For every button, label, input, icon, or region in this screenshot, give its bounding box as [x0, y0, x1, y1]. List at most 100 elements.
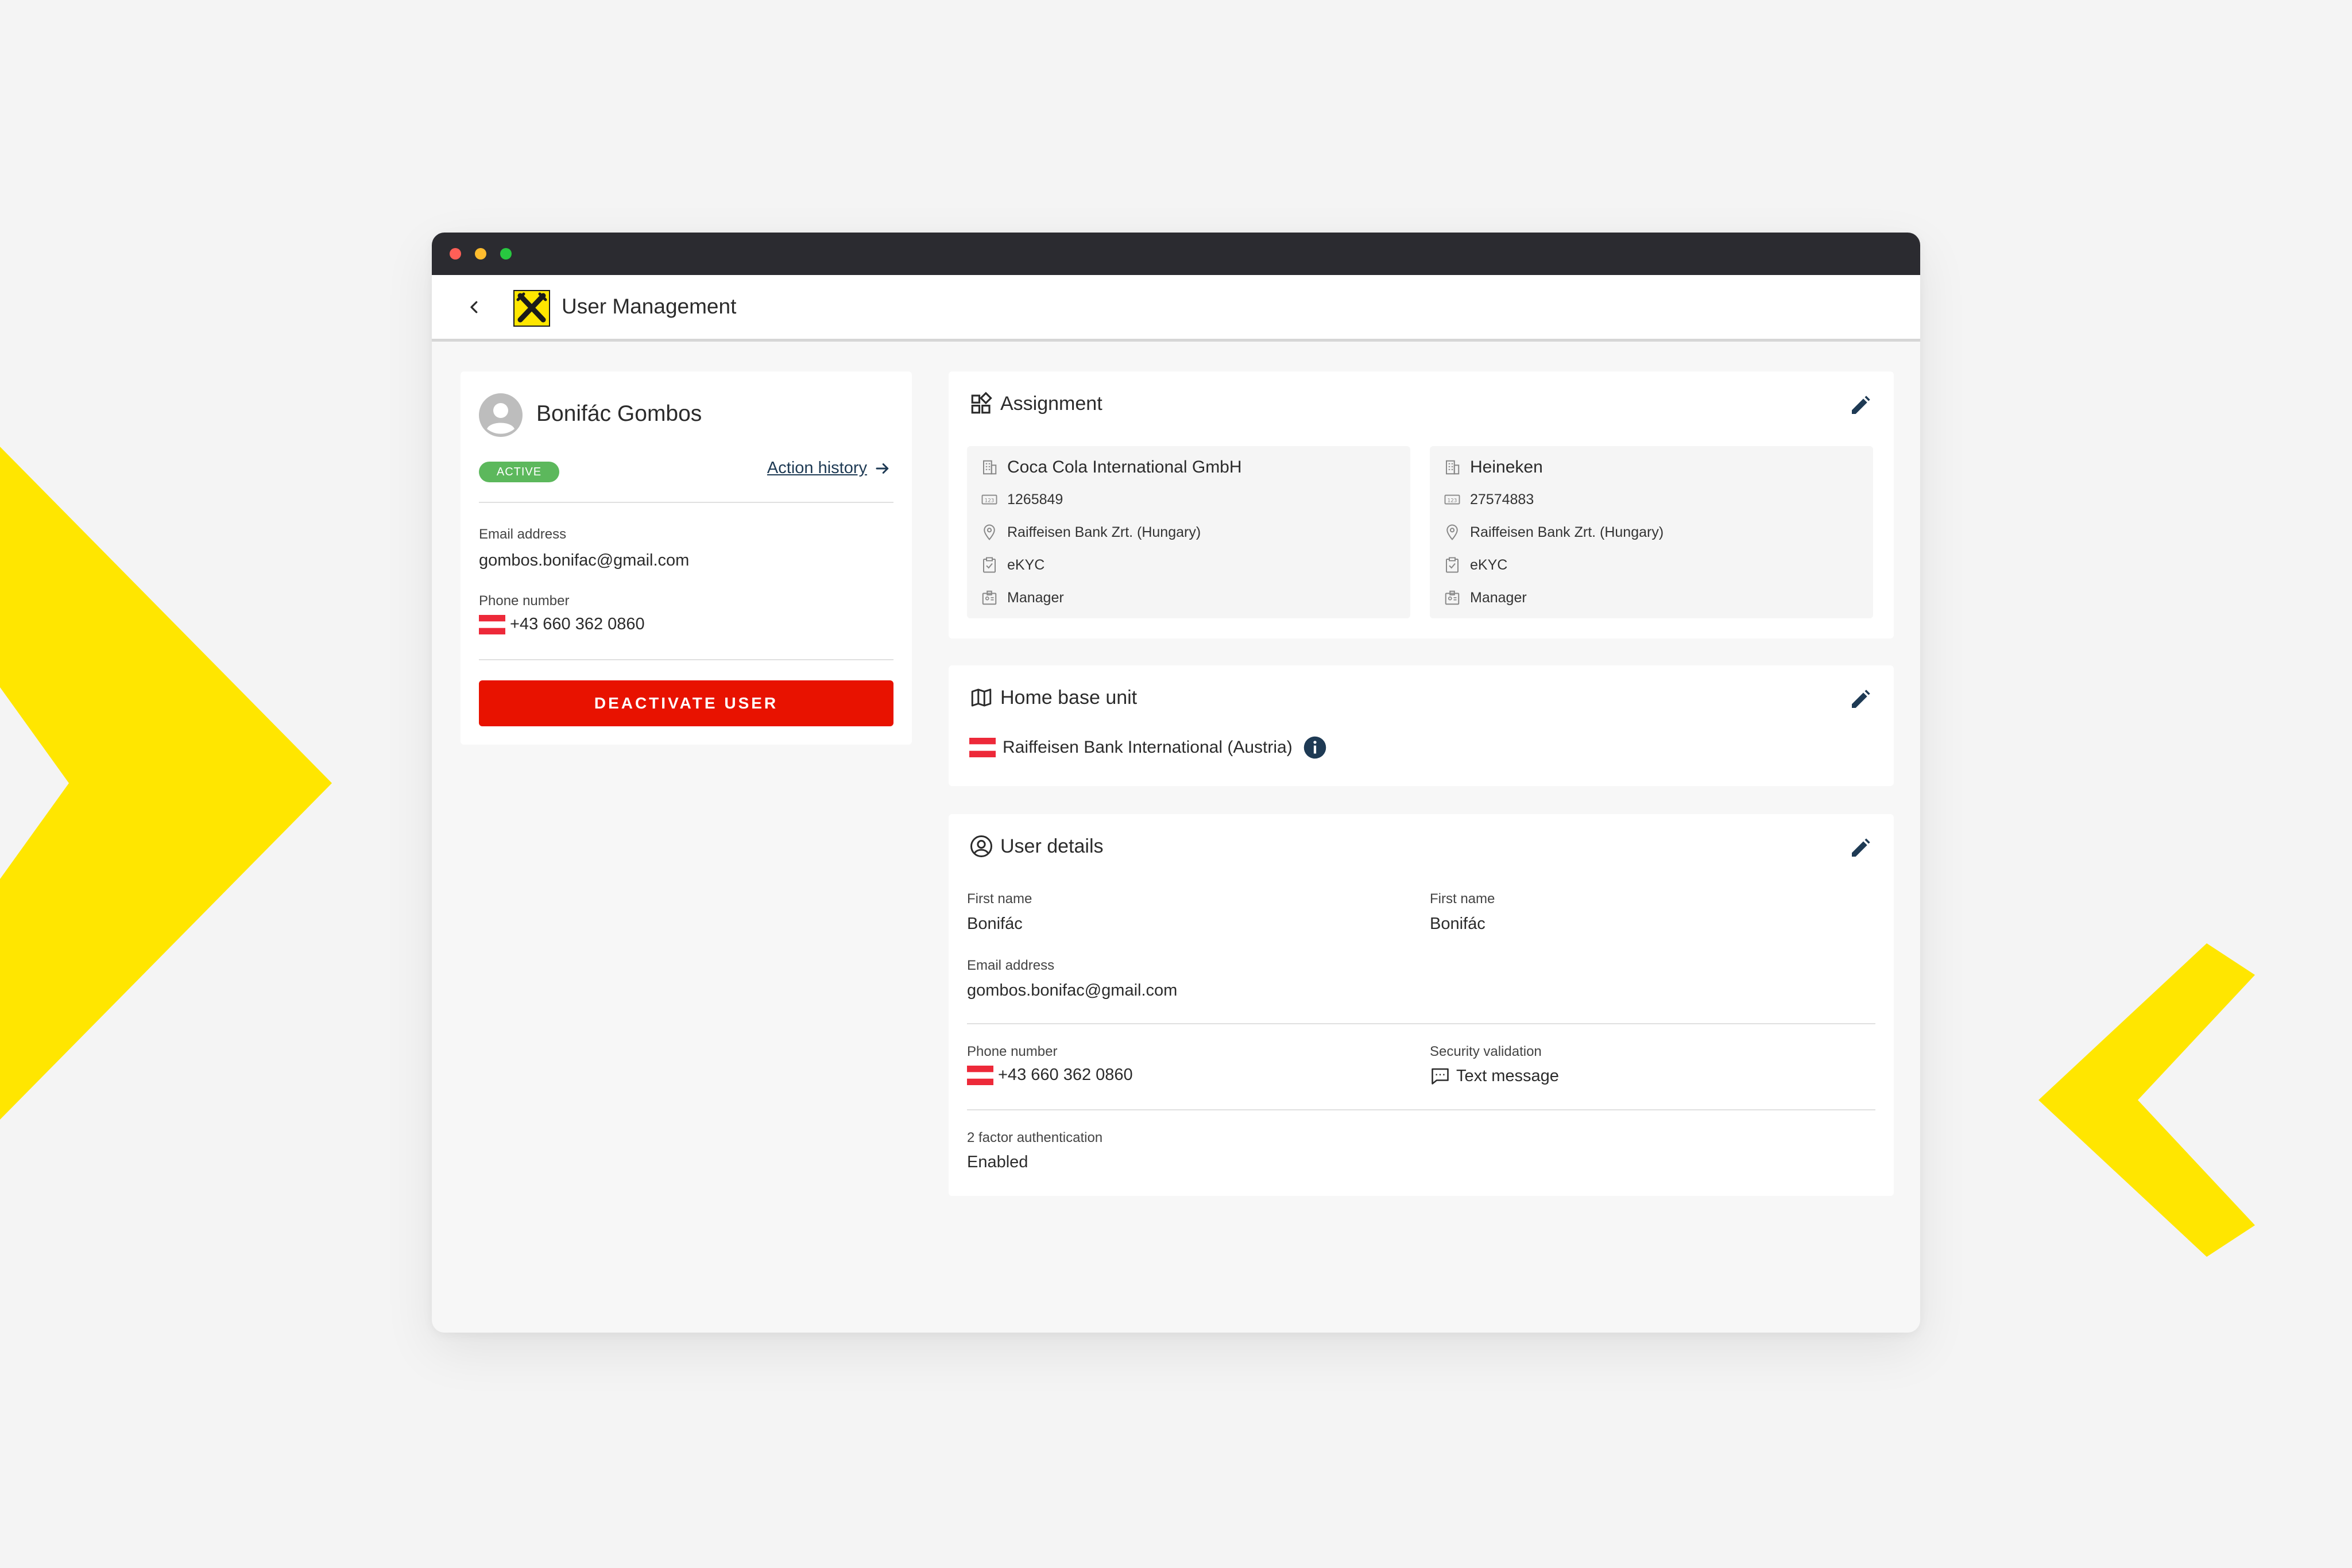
org-role-row: Manager	[981, 589, 1064, 606]
close-window-dot[interactable]	[450, 248, 461, 260]
edit-user-details-button[interactable]	[1847, 834, 1874, 862]
org-name-row: Coca Cola International GmbH	[981, 458, 1242, 477]
map-icon	[971, 688, 992, 707]
assignment-card: Assignment Coca Cola International GmbH …	[949, 371, 1894, 638]
id-badge-icon	[1445, 590, 1460, 605]
security-validation-label: Security validation	[1430, 1044, 1542, 1059]
svg-text:123: 123	[985, 498, 995, 504]
status-badge: ACTIVE	[479, 462, 559, 482]
email-label: Email address	[479, 526, 567, 542]
edit-assignment-button[interactable]	[1847, 392, 1874, 419]
avatar-icon	[479, 393, 523, 437]
id-badge-icon	[982, 590, 997, 605]
action-history-label: Action history	[767, 459, 867, 477]
details-email-value: gombos.bonifac@gmail.com	[967, 981, 1178, 1000]
austria-flag-icon	[969, 738, 996, 757]
divider	[967, 1023, 1875, 1024]
details-phone-value: +43 660 362 0860	[998, 1066, 1133, 1084]
org-kyc-row: eKYC	[1444, 556, 1507, 574]
details-phone-row: +43 660 362 0860	[967, 1066, 1133, 1086]
org-role: Manager	[1470, 589, 1527, 606]
org-id-row: 123 1265849	[981, 491, 1063, 508]
divider	[479, 502, 893, 503]
minimize-window-dot[interactable]	[475, 248, 486, 260]
phone-label: Phone number	[479, 593, 570, 609]
message-icon	[1432, 1068, 1449, 1085]
left-chevron-shape	[0, 447, 332, 1120]
account-circle-icon	[970, 835, 992, 857]
org-kyc: eKYC	[1007, 556, 1045, 573]
org-kyc: eKYC	[1470, 556, 1508, 573]
two-factor-value: Enabled	[967, 1153, 1028, 1171]
security-validation-row: Text message	[1430, 1066, 1559, 1086]
arrow-right-icon	[876, 463, 889, 474]
org-bank-row: Raiffeisen Bank Zrt. (Hungary)	[1444, 524, 1664, 541]
two-factor-label: 2 factor authentication	[967, 1130, 1103, 1145]
svg-text:123: 123	[1448, 498, 1457, 504]
email-value: gombos.bonifac@gmail.com	[479, 551, 690, 570]
first-name-value: Bonifác	[967, 915, 1023, 933]
building-icon	[983, 460, 997, 475]
home-base-card: Home base unit Raiffeisen Bank Internati…	[949, 665, 1894, 786]
org-role-row: Manager	[1444, 589, 1527, 606]
org-kyc-row: eKYC	[981, 556, 1045, 574]
org-bank-row: Raiffeisen Bank Zrt. (Hungary)	[981, 524, 1201, 541]
org-id: 27574883	[1470, 491, 1534, 508]
home-base-value: Raiffeisen Bank International (Austria)	[1003, 738, 1293, 757]
org-name: Coca Cola International GmbH	[1007, 458, 1242, 477]
window-titlebar	[432, 233, 1920, 275]
security-validation-value: Text message	[1456, 1066, 1559, 1085]
phone-value-row: +43 660 362 0860	[479, 615, 645, 635]
org-role: Manager	[1007, 589, 1064, 606]
pencil-icon	[1852, 690, 1870, 708]
second-name-label: First name	[1430, 891, 1495, 907]
austria-flag-icon	[479, 615, 505, 635]
home-base-title-label: Home base unit	[1000, 686, 1138, 708]
widgets-icon	[971, 392, 992, 414]
phone-value: +43 660 362 0860	[510, 615, 645, 633]
user-details-title: User details	[969, 834, 1104, 858]
app-header: User Management	[432, 275, 1920, 342]
home-base-value-row: Raiffeisen Bank International (Austria)	[969, 735, 1327, 760]
org-name-row: Heineken	[1444, 458, 1543, 477]
user-details-card: User details First name Bonifác First na…	[949, 814, 1894, 1196]
deactivate-user-button[interactable]: DEACTIVATE USER	[479, 680, 893, 726]
app-window: User Management Bonifác Gombos ACTIVE Ac…	[432, 233, 1920, 1333]
pencil-icon	[1852, 838, 1870, 857]
divider	[967, 1109, 1875, 1110]
right-chevron-shape	[2038, 943, 2255, 1257]
page-title: User Management	[562, 295, 737, 318]
org-id-row: 123 27574883	[1444, 491, 1534, 508]
pencil-icon	[1852, 396, 1870, 414]
edit-home-base-button[interactable]	[1847, 686, 1874, 713]
clipboard-check-icon	[983, 557, 996, 573]
back-button[interactable]	[459, 292, 489, 322]
assignment-title: Assignment	[969, 392, 1102, 416]
org-name: Heineken	[1470, 458, 1543, 477]
details-phone-label: Phone number	[967, 1044, 1058, 1059]
org-bank: Raiffeisen Bank Zrt. (Hungary)	[1470, 524, 1664, 540]
location-pin-icon	[1446, 524, 1458, 541]
user-name: Bonifác Gombos	[536, 401, 702, 426]
first-name-label: First name	[967, 891, 1032, 907]
raiffeisen-logo-icon	[513, 290, 550, 327]
info-icon[interactable]	[1303, 735, 1327, 760]
details-email-label: Email address	[967, 958, 1055, 973]
assignment-org-card[interactable]: Coca Cola International GmbH 123 1265849…	[967, 446, 1410, 618]
user-details-title-label: User details	[1000, 835, 1104, 857]
clipboard-check-icon	[1446, 557, 1459, 573]
profile-card: Bonifác Gombos ACTIVE Action history Ema…	[461, 371, 912, 745]
assignment-org-card[interactable]: Heineken 123 27574883 Raiffeisen Bank Zr…	[1430, 446, 1873, 618]
org-id: 1265849	[1007, 491, 1063, 508]
assignment-title-label: Assignment	[1000, 392, 1102, 415]
org-bank: Raiffeisen Bank Zrt. (Hungary)	[1007, 524, 1201, 540]
chevron-left-icon	[470, 301, 478, 313]
divider	[479, 659, 893, 660]
building-icon	[1446, 460, 1460, 475]
maximize-window-dot[interactable]	[500, 248, 512, 260]
number-badge-icon: 123	[1444, 494, 1460, 505]
action-history-link[interactable]: Action history	[767, 459, 891, 478]
second-name-value: Bonifác	[1430, 915, 1486, 933]
number-badge-icon: 123	[981, 494, 997, 505]
austria-flag-icon	[967, 1066, 993, 1086]
